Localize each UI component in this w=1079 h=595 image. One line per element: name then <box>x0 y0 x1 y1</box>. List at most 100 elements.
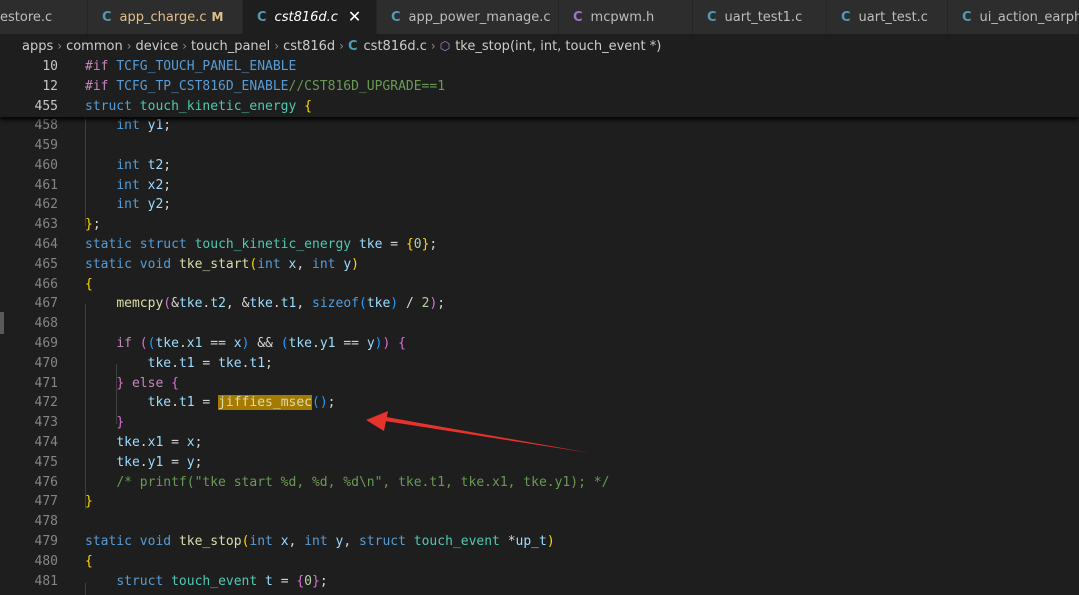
line-number: 476 <box>34 474 58 490</box>
code-text: static void tke_stop(int x, int y, struc… <box>85 533 555 549</box>
breadcrumb-folder[interactable]: common <box>66 39 123 54</box>
code-line[interactable]: 460 int t2; <box>0 155 1079 175</box>
code-line[interactable]: 476 /* printf("tke start %d, %d, %d\n", … <box>0 472 1079 492</box>
line-number: 462 <box>34 197 58 213</box>
tab-app-power-manage-c[interactable]: Capp_power_manage.c <box>377 0 559 34</box>
code-text: struct touch_event t = {0}; <box>116 573 328 589</box>
line-number: 469 <box>34 335 58 351</box>
code-text: if ((tke.x1 == x) && (tke.y1 == y)) { <box>116 335 406 351</box>
code-line[interactable]: 474 tke.x1 = x; <box>0 433 1079 453</box>
code-line[interactable]: 471 } else { <box>0 373 1079 393</box>
modified-indicator: M <box>211 10 224 24</box>
code-line[interactable]: 465 static void tke_start(int x, int y) <box>0 254 1079 274</box>
c-file-icon: C <box>962 9 972 25</box>
code-text: { <box>85 553 93 569</box>
code-line[interactable]: 461 int x2; <box>0 175 1079 195</box>
code-line[interactable]: 472 tke.t1 = jiffies_msec(); <box>0 393 1079 413</box>
line-number: 478 <box>34 514 58 530</box>
tab-label: cst816d.c <box>274 9 338 25</box>
line-number: 465 <box>34 256 58 272</box>
tab-cst816d-c[interactable]: Ccst816d.c ✕ <box>243 0 377 34</box>
code-line[interactable]: 459 <box>0 136 1079 156</box>
code-line[interactable]: 464 static struct touch_kinetic_energy tk… <box>0 235 1079 255</box>
sticky-code-line[interactable]: 12 #if TCFG_TP_CST816D_ENABLE//CST816D_UP… <box>0 77 1079 97</box>
sticky-scroll-header[interactable]: 10 #if TCFG_TOUCH_PANEL_ENABLE 12 #if TCFG_… <box>0 56 1079 117</box>
breadcrumb-symbol[interactable]: tke_stop(int, int, touch_event *) <box>455 39 661 54</box>
line-number: 466 <box>34 276 58 292</box>
chevron-right-icon: › <box>339 39 344 53</box>
code-line[interactable]: 470 tke.t1 = tke.t1; <box>0 353 1079 373</box>
code-line[interactable]: 480 { <box>0 551 1079 571</box>
line-number: 468 <box>34 316 58 332</box>
code-line[interactable]: 458 int y1; <box>0 116 1079 136</box>
line-number: 474 <box>34 434 58 450</box>
code-text: } <box>116 415 125 431</box>
indent-guide <box>85 583 86 595</box>
code-line[interactable]: 462 int y2; <box>0 195 1079 215</box>
c-header-file-icon: C <box>573 9 583 25</box>
tab-app-charge-c[interactable]: Capp_charge.c M <box>88 0 243 34</box>
code-text: int y2; <box>116 197 172 213</box>
line-number: 475 <box>34 454 58 470</box>
code-line[interactable]: 469 if ((tke.x1 == x) && (tke.y1 == y)) … <box>0 334 1079 354</box>
sticky-code-line[interactable]: 455 struct touch_kinetic_energy { <box>0 97 1079 117</box>
code-line[interactable]: 466 { <box>0 274 1079 294</box>
tab-label: app_charge.c <box>119 9 207 25</box>
code-text: int x2; <box>116 177 172 193</box>
chevron-right-icon: › <box>430 39 436 53</box>
code-line[interactable]: 481 struct touch_event t = {0}; <box>0 571 1079 591</box>
breadcrumb-folder[interactable]: apps <box>22 39 53 54</box>
tab-mcpwm-h[interactable]: Cmcpwm.h <box>559 0 693 34</box>
chevron-right-icon: › <box>57 39 63 53</box>
code-text: tke.t1 = jiffies_msec(); <box>147 395 336 411</box>
line-number: 461 <box>34 177 58 193</box>
line-number: 12 <box>42 79 58 95</box>
function-symbol-icon: ⬡ <box>439 39 451 53</box>
tab-label: estore.c <box>0 9 53 25</box>
code-text: static struct touch_kinetic_energy tke =… <box>85 236 438 252</box>
breadcrumb: apps › common › device › touch_panel › cst816d › C… <box>0 35 1079 57</box>
line-number: 460 <box>34 157 58 173</box>
breadcrumb-folder[interactable]: touch_panel <box>191 39 270 54</box>
code-text: int t2; <box>116 157 172 173</box>
code-text: struct touch_kinetic_energy { <box>85 99 312 115</box>
code-line[interactable]: 479 static void tke_stop(int x, int y, st… <box>0 532 1079 552</box>
sticky-code-line[interactable]: 10 #if TCFG_TOUCH_PANEL_ENABLE <box>0 57 1079 77</box>
code-text: } else { <box>116 375 179 391</box>
line-number: 458 <box>34 118 58 134</box>
tab-ui-action-earphone[interactable]: Cui_action_earphone <box>948 0 1079 34</box>
tab-label: mcpwm.h <box>590 9 655 25</box>
code-line[interactable]: 473 } <box>0 413 1079 433</box>
code-line[interactable]: 467 memcpy(&tke.t2, &tke.t1, sizeof(tke)… <box>0 294 1079 314</box>
chevron-right-icon: › <box>126 39 132 53</box>
tab-uart-test-c[interactable]: Cuart_test.c <box>827 0 948 34</box>
code-text: { <box>85 276 93 292</box>
close-tab-icon[interactable]: ✕ <box>348 9 361 25</box>
indent-guide <box>85 116 86 226</box>
code-line[interactable]: 475 tke.y1 = y; <box>0 452 1079 472</box>
code-line[interactable]: 477} <box>0 492 1079 512</box>
line-number: 472 <box>34 395 58 411</box>
code-line[interactable]: 463}; <box>0 215 1079 235</box>
breadcrumb-file[interactable]: cst816d.c <box>364 39 427 54</box>
code-text: #if TCFG_TOUCH_PANEL_ENABLE <box>85 59 297 75</box>
code-editor[interactable]: 10 #if TCFG_TOUCH_PANEL_ENABLE 12 #if TCFG_… <box>0 56 1079 595</box>
breadcrumb-folder[interactable]: cst816d <box>283 39 335 54</box>
line-number: 455 <box>34 99 58 115</box>
editor-tab-bar: estore.c Capp_charge.c M Ccst816d.c ✕ Capp_po… <box>0 0 1079 35</box>
breadcrumb-folder[interactable]: device <box>136 39 179 54</box>
code-line[interactable]: 468 <box>0 314 1079 334</box>
c-file-icon: C <box>841 9 851 25</box>
line-number: 473 <box>34 415 58 431</box>
line-number: 10 <box>42 59 58 75</box>
code-text: tke.y1 = y; <box>116 454 203 470</box>
chevron-right-icon: › <box>182 39 188 53</box>
c-file-icon: C <box>347 38 358 54</box>
line-number: 481 <box>34 573 58 589</box>
tab-estore-c[interactable]: estore.c <box>0 0 88 34</box>
code-line[interactable]: 478 <box>0 512 1079 532</box>
tab-label: ui_action_earphone <box>979 9 1079 25</box>
c-file-icon: C <box>102 9 112 25</box>
tab-uart-test1-c[interactable]: Cuart_test1.c <box>693 0 827 34</box>
code-text: /* printf("tke start %d, %d, %d\n", tke.… <box>116 474 610 490</box>
